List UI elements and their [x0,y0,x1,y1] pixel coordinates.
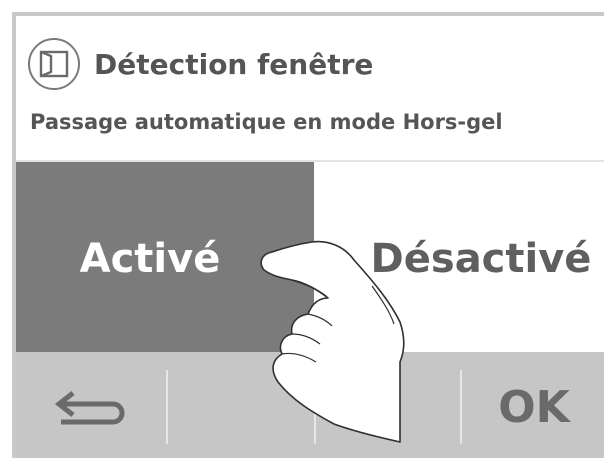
window-icon [28,38,80,90]
ok-label: OK [498,381,570,433]
option-inactive-button[interactable]: Désactivé [314,162,604,352]
back-button[interactable] [16,352,166,458]
page-subtitle: Passage automatique en mode Hors-gel [30,110,503,134]
title-row: Détection fenêtre [28,38,373,90]
device-screen: Détection fenêtre Passage automatique en… [12,12,604,458]
header: Détection fenêtre Passage automatique en… [16,16,604,160]
back-arrow-icon [54,391,125,425]
page-title: Détection fenêtre [94,47,374,81]
footer-empty-button[interactable] [314,352,460,458]
footer-bar: OK [16,352,604,458]
option-active-label: Activé [79,236,221,282]
option-active-button[interactable]: Activé [16,162,314,352]
footer-empty-button[interactable] [166,352,314,458]
option-inactive-label: Désactivé [370,236,592,282]
ok-button[interactable]: OK [460,352,604,458]
